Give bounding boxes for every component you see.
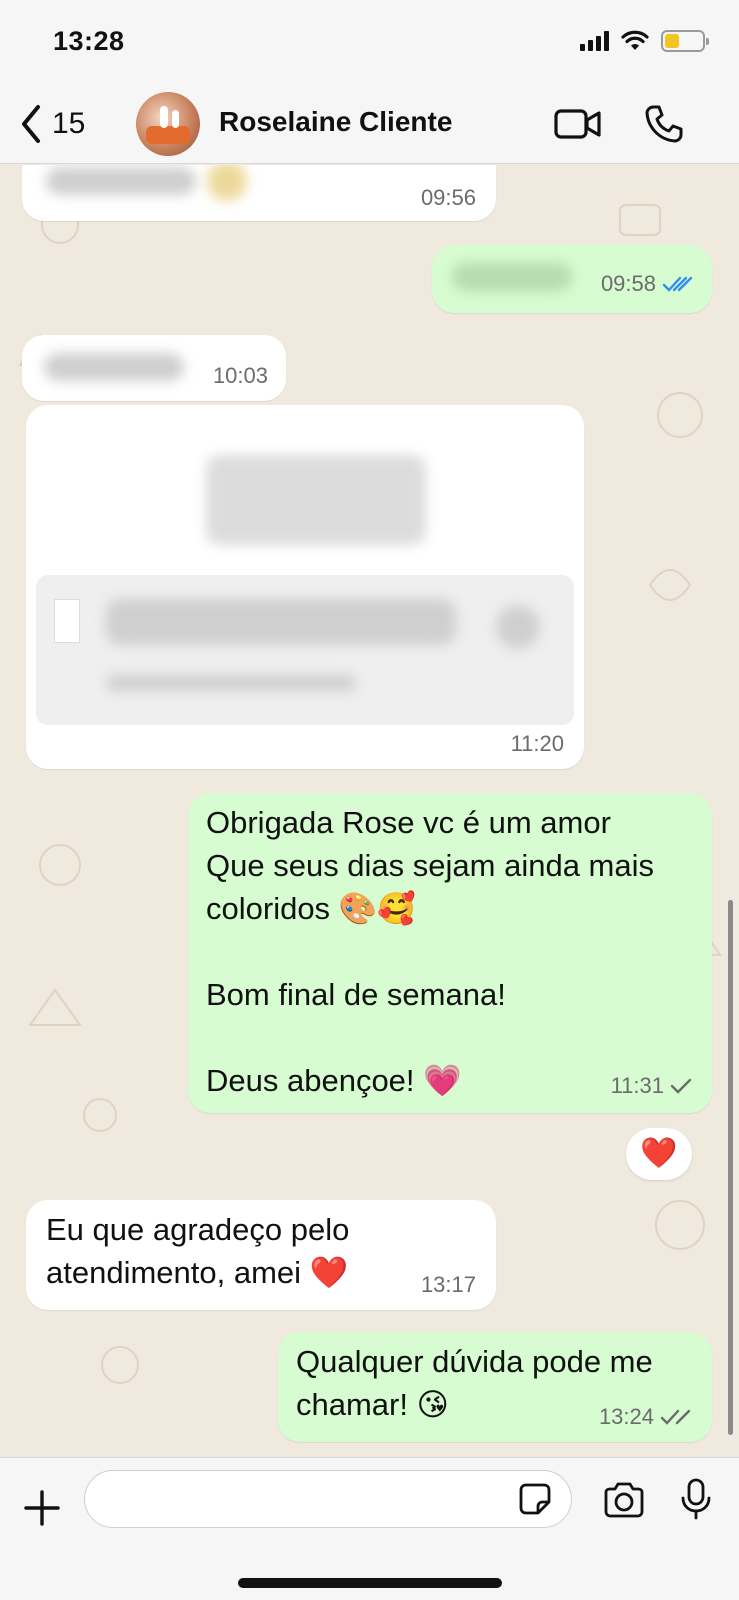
message-bubble-outgoing[interactable]: 09:58 [432, 245, 712, 313]
double-check-delivered-icon [660, 1409, 691, 1425]
home-indicator[interactable] [238, 1578, 502, 1588]
status-time: 13:28 [53, 26, 125, 56]
message-bubble-document[interactable]: 11:20 [26, 405, 584, 769]
status-icons [580, 30, 709, 52]
battery-icon [661, 30, 709, 52]
camera-icon[interactable] [602, 1482, 646, 1518]
download-icon [496, 605, 540, 649]
message-time: 10:03 [212, 363, 268, 388]
unread-count: 15 [52, 107, 86, 140]
message-time: 13:17 [420, 1272, 476, 1297]
message-time: 09:56 [420, 185, 476, 210]
phone-call-icon[interactable] [644, 104, 684, 144]
message-composer [0, 1457, 739, 1600]
message-bubble-outgoing[interactable]: Qualquer dúvida pode me chamar! 😘 13:24 [278, 1332, 712, 1442]
video-call-icon[interactable] [554, 106, 602, 142]
message-bubble-incoming[interactable]: 10:03 [22, 335, 286, 401]
double-check-read-icon [662, 276, 693, 292]
message-bubble-incoming[interactable]: Eu que agradeço pelo atendimento, amei ❤… [26, 1200, 496, 1310]
contact-name[interactable]: Roselaine Cliente [219, 106, 452, 138]
chat-header: 15 Roselaine Cliente [0, 88, 739, 164]
cellular-signal-icon [580, 31, 609, 51]
document-preview [206, 455, 426, 545]
back-button[interactable]: 15 [20, 104, 85, 144]
status-bar: 13:28 [0, 0, 739, 88]
blurred-text [452, 263, 572, 291]
message-input[interactable] [84, 1470, 572, 1528]
blurred-text [44, 353, 184, 381]
scrollbar[interactable] [728, 900, 733, 1435]
message-bubble-outgoing[interactable]: Obrigada Rose vc é um amor Que seus dias… [188, 793, 712, 1113]
single-check-icon [670, 1078, 692, 1094]
message-time: 13:24 [598, 1404, 654, 1429]
message-reaction[interactable]: ❤️ [626, 1128, 692, 1180]
chevron-left-icon [22, 105, 40, 143]
message-time: 11:20 [510, 731, 564, 756]
contact-avatar[interactable] [136, 92, 200, 156]
blurred-emoji [207, 165, 247, 201]
wifi-icon [621, 30, 649, 50]
message-time: 11:31 [610, 1073, 664, 1098]
chat-messages[interactable]: 09:56 09:58 10:03 11:20 Obrigada Rose vc… [0, 165, 739, 1457]
sticker-icon[interactable] [518, 1482, 552, 1516]
plus-icon[interactable] [22, 1488, 62, 1528]
microphone-icon[interactable] [680, 1478, 712, 1520]
message-time: 09:58 [600, 271, 656, 296]
document-info[interactable] [36, 575, 574, 725]
blurred-text [46, 167, 196, 195]
blurred-file-size [106, 675, 356, 691]
blurred-filename [106, 599, 456, 645]
heart-reaction-icon: ❤️ [640, 1137, 678, 1170]
message-bubble-incoming[interactable]: 09:56 [22, 165, 496, 221]
message-text: Obrigada Rose vc é um amor Que seus dias… [206, 805, 655, 1098]
pdf-file-icon [54, 599, 80, 643]
